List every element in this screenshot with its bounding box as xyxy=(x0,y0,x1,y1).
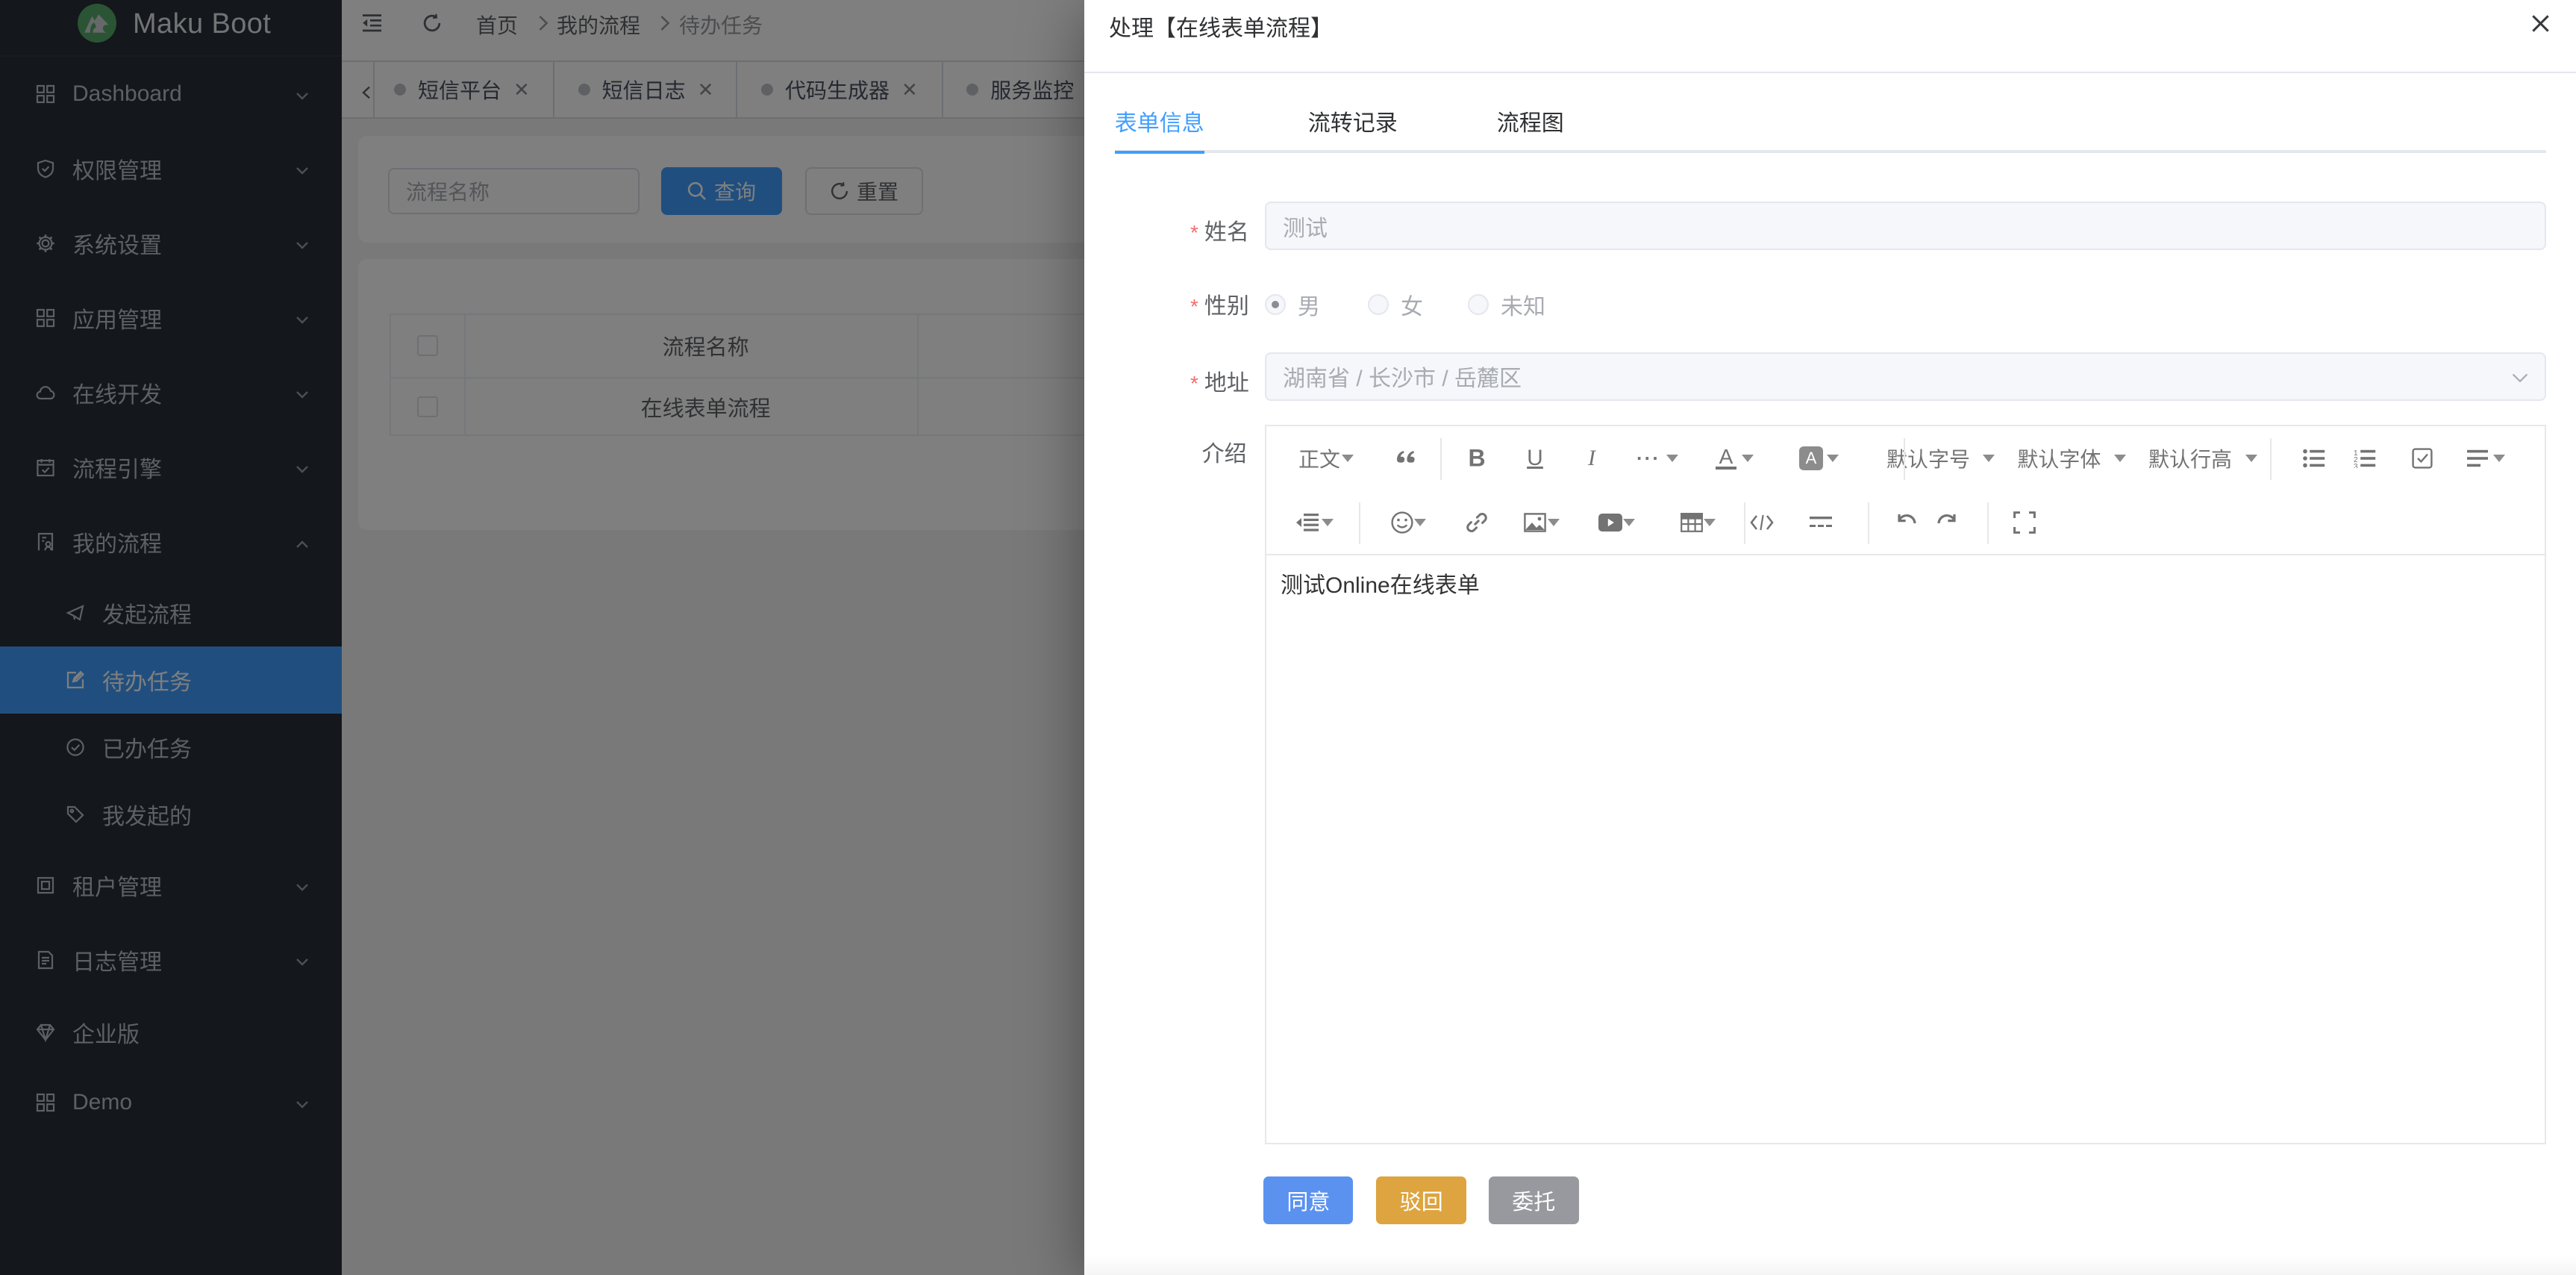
svg-text:3: 3 xyxy=(2354,463,2358,468)
